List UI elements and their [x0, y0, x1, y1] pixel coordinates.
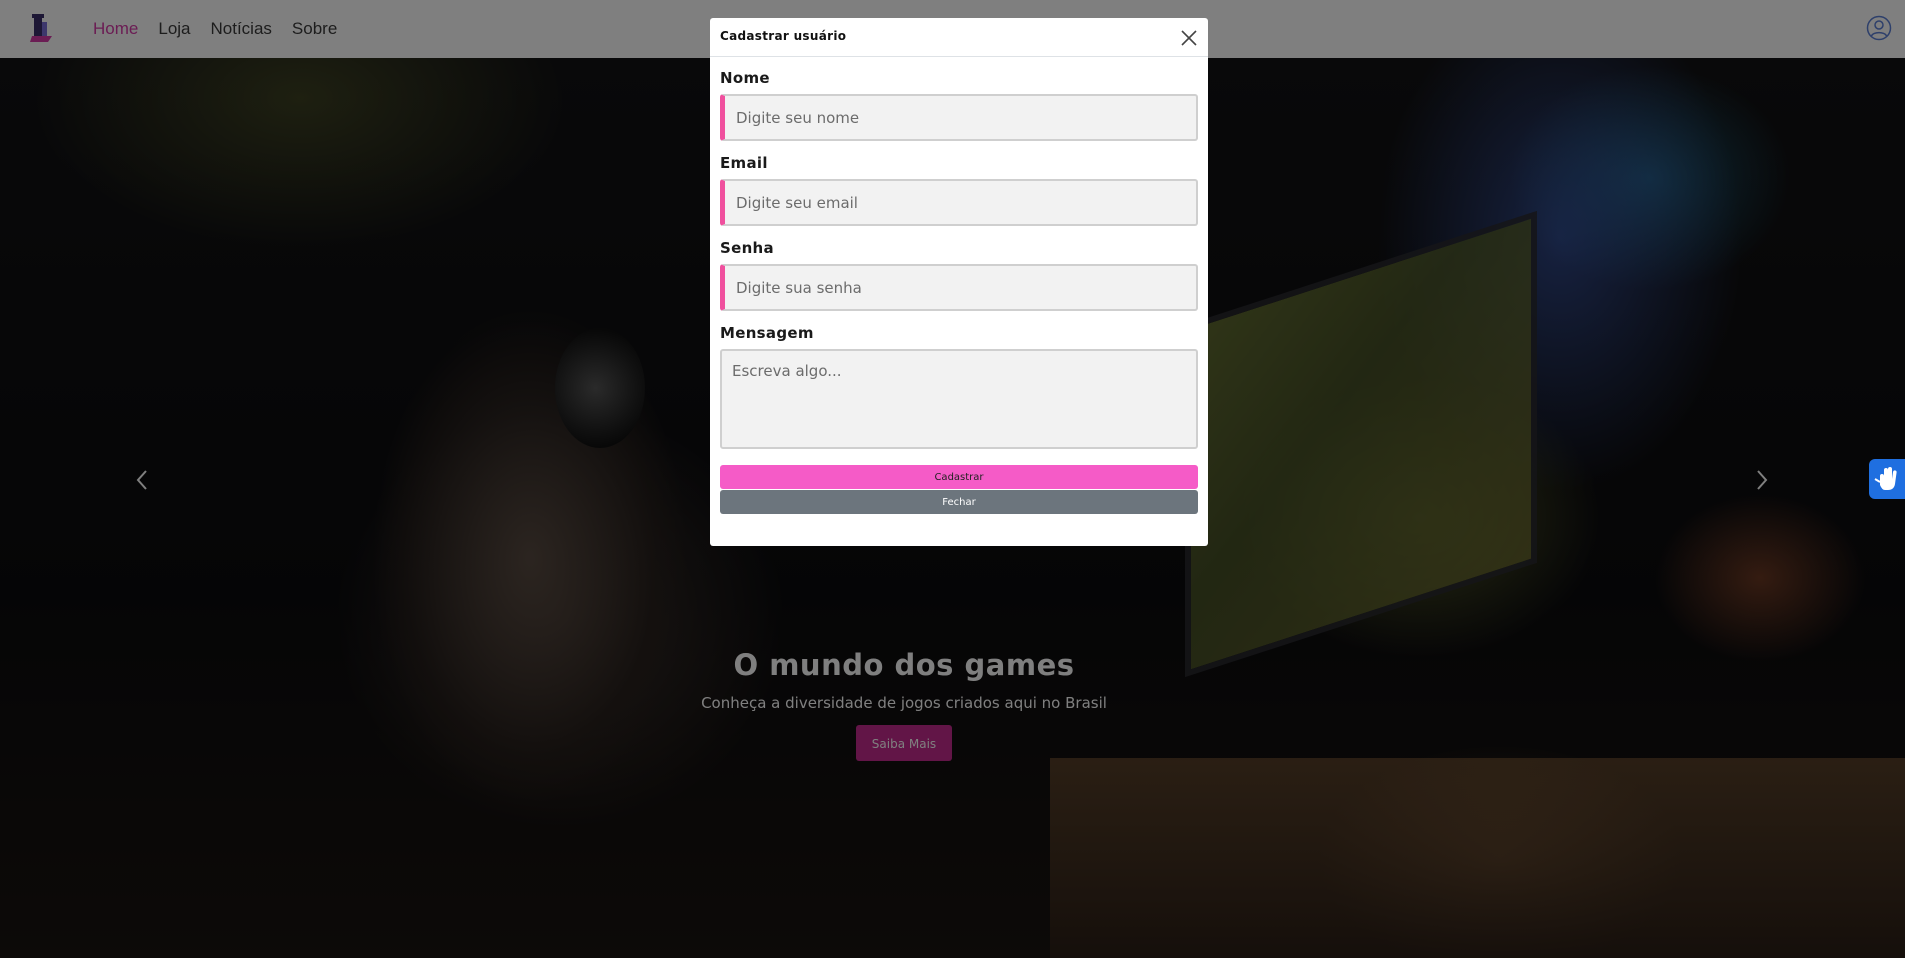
modal-header: Cadastrar usuário — [710, 18, 1208, 57]
cadastrar-button[interactable]: Cadastrar — [720, 465, 1198, 489]
close-icon[interactable] — [1178, 27, 1200, 49]
email-input[interactable] — [720, 179, 1198, 226]
register-modal: Cadastrar usuário Nome Email Senha Mensa… — [710, 18, 1208, 546]
password-input[interactable] — [720, 264, 1198, 311]
message-textarea[interactable] — [720, 349, 1198, 449]
password-label: Senha — [720, 239, 774, 257]
message-label: Mensagem — [720, 324, 814, 342]
modal-title: Cadastrar usuário — [720, 29, 847, 43]
name-input[interactable] — [720, 94, 1198, 141]
fechar-button[interactable]: Fechar — [720, 490, 1198, 514]
sign-language-hand-icon — [1869, 467, 1905, 503]
email-label: Email — [720, 154, 768, 172]
name-label: Nome — [720, 69, 770, 87]
modal-body: Nome Email Senha Mensagem Cadastrar Fech… — [710, 69, 1208, 514]
accessibility-widget[interactable] — [1869, 459, 1905, 499]
